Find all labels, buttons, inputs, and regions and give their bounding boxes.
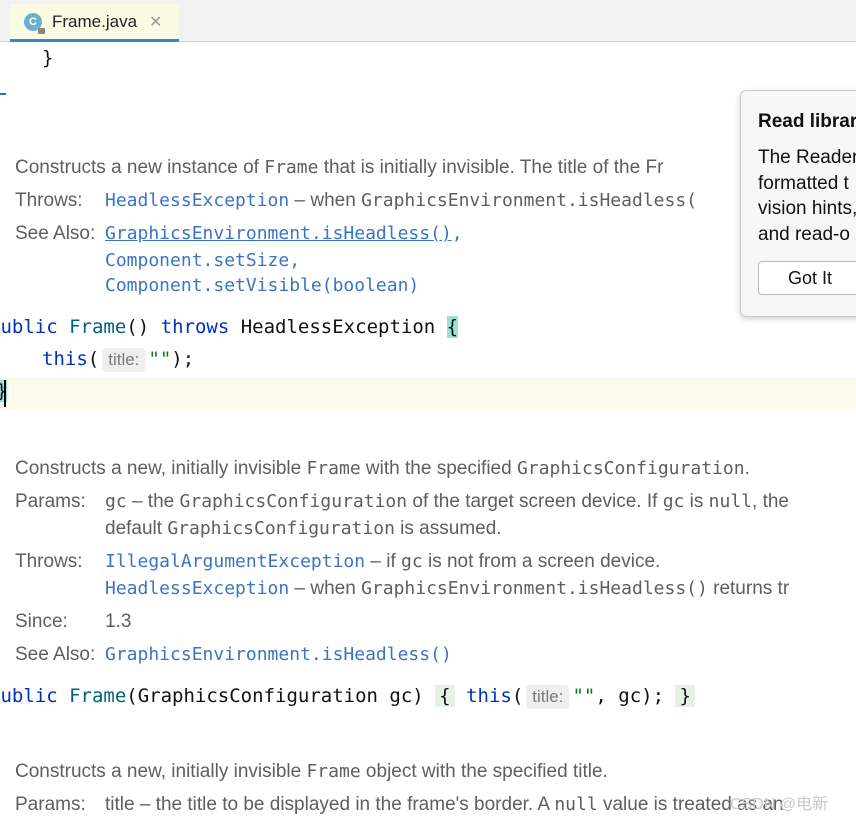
doc-throws: Throws: HeadlessException – when Graphics…	[15, 190, 698, 211]
doc2-since: Since: 1.3	[15, 611, 132, 632]
code-this-call: this(title: "");	[42, 348, 195, 372]
param-hint-title-2: title:	[526, 685, 570, 709]
param-hint-title: title:	[102, 348, 146, 372]
link-headless-exception-2[interactable]: HeadlessException	[105, 578, 289, 599]
lock-icon	[38, 27, 45, 34]
reader-mode-popup: Read librar The Reader formatted t visio…	[740, 90, 856, 317]
doc2-throws: Throws: IllegalArgumentException – if gc …	[15, 551, 661, 572]
watermark: CSDN @电新	[730, 796, 829, 813]
doc-summary: Constructs a new instance of Frame that …	[15, 157, 664, 178]
close-icon[interactable]: ✕	[149, 12, 162, 32]
doc3-summary: Constructs a new, initially invisible Fr…	[15, 761, 608, 782]
link-is-headless-2[interactable]: GraphicsEnvironment.isHeadless()	[105, 644, 452, 665]
doc2-summary: Constructs a new, initially invisible Fr…	[15, 458, 750, 479]
text-caret	[4, 380, 6, 407]
doc2-params-line2: default GraphicsConfiguration is assumed…	[105, 518, 502, 539]
doc2-see-also: See Also: GraphicsEnvironment.isHeadless(…	[15, 644, 452, 665]
got-it-button[interactable]: Got It	[758, 261, 856, 295]
current-line-highlight	[0, 377, 856, 410]
doc3-params: Params: title – the title to be displayed…	[15, 794, 784, 815]
code-closing-brace: }	[42, 47, 54, 69]
editor-tab-bar: C Frame.java ✕	[0, 0, 856, 42]
link-headless-exception[interactable]: HeadlessException	[105, 190, 289, 211]
tab-frame-java[interactable]: C Frame.java ✕	[10, 4, 179, 42]
doc-see-also-2: Component.setSize,	[105, 250, 301, 271]
code-constructor-2: public Frame(GraphicsConfiguration gc) {…	[0, 685, 695, 709]
matched-brace: {	[446, 316, 459, 338]
java-class-icon: C	[24, 12, 45, 34]
doc-see-also: See Also: GraphicsEnvironment.isHeadless(…	[15, 223, 463, 244]
link-set-size[interactable]: Component.setSize	[105, 250, 289, 271]
link-is-headless[interactable]: GraphicsEnvironment.isHeadless()	[105, 223, 452, 244]
class-icon-letter: C	[29, 15, 37, 28]
tab-title: Frame.java	[52, 11, 138, 31]
link-illegal-argument[interactable]: IllegalArgumentException	[105, 551, 365, 572]
popup-title: Read librar	[758, 111, 856, 132]
link-set-visible[interactable]: Component.setVisible(boolean)	[105, 275, 419, 296]
doc2-throws-2: HeadlessException – when GraphicsEnviron…	[105, 578, 790, 599]
doc-see-also-3: Component.setVisible(boolean)	[105, 275, 419, 297]
code-constructor-1: public Frame() throws HeadlessException …	[0, 316, 459, 338]
popup-body: The Reader formatted t vision hints, and…	[758, 147, 856, 245]
fold-marker[interactable]	[0, 93, 6, 95]
doc2-params: Params: gc – the GraphicsConfiguration of…	[15, 491, 789, 512]
